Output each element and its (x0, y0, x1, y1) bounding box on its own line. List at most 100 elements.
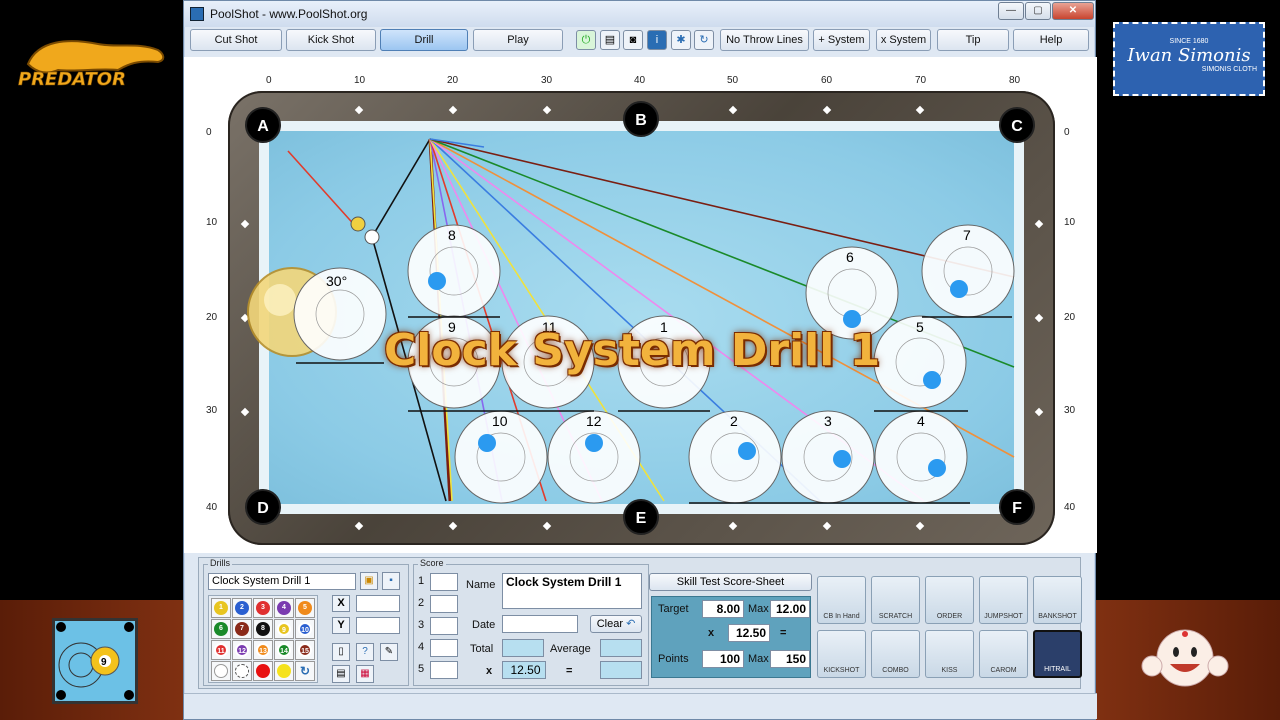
clear-button[interactable]: Clear ↶ (590, 615, 642, 633)
svg-text:9: 9 (101, 657, 107, 668)
hitrail-button[interactable]: HITRAIL (1033, 630, 1082, 678)
score-row-5-label: 5 (418, 663, 425, 675)
kickshot-button[interactable]: KICKSHOT (817, 630, 866, 678)
rotate-icon[interactable]: ↻ (295, 661, 315, 681)
kick-shot-button[interactable]: Kick Shot (286, 29, 376, 51)
svg-text:PREDATOR: PREDATOR (18, 69, 126, 90)
target-value[interactable]: 8.00 (702, 600, 744, 618)
ball-14-button[interactable]: 14 (274, 640, 294, 660)
order-button[interactable]: ORDER (925, 576, 974, 624)
notes-icon[interactable]: ▤ (332, 665, 350, 683)
ball-11-button[interactable]: 11 (211, 640, 231, 660)
cb-in-hand-button[interactable]: CB In Hand (817, 576, 866, 624)
target-max-value[interactable]: 12.00 (770, 600, 810, 618)
contact-dot (923, 371, 941, 389)
points-max-value[interactable]: 150 (770, 650, 810, 668)
ball-2-button[interactable]: 2 (232, 598, 252, 618)
score-row-3-label: 3 (418, 619, 425, 631)
refresh-icon[interactable]: ↻ (694, 30, 714, 50)
target-number-12: 12 (586, 413, 602, 429)
drill-select[interactable]: Clock System Drill 1 (208, 573, 356, 590)
no-throw-lines-button[interactable]: No Throw Lines (720, 29, 809, 51)
date-input[interactable] (502, 615, 578, 633)
ball-12-button[interactable]: 12 (232, 640, 252, 660)
scratch-button[interactable]: SCRATCH (871, 576, 920, 624)
y-input[interactable] (356, 617, 400, 634)
x-button[interactable]: X (332, 595, 350, 612)
ghost-ball (364, 229, 380, 245)
ball-13-button[interactable]: 13 (253, 640, 273, 660)
contact-dot (928, 459, 946, 477)
kiss-button[interactable]: KISS (925, 630, 974, 678)
ball-5-button[interactable]: 5 (295, 598, 315, 618)
help-button[interactable]: Help (1013, 29, 1089, 51)
title-bar: PoolShot - www.PoolShot.org (184, 1, 1095, 27)
bankshot-button[interactable]: BANKSHOT (1033, 576, 1082, 624)
score-label: Score (418, 558, 446, 568)
ball-15-button[interactable]: 15 (295, 640, 315, 660)
ghost-ball-button[interactable] (232, 661, 252, 681)
palette-icon[interactable]: ▦ (356, 665, 374, 683)
cue-ball (350, 216, 366, 232)
ball-10-button[interactable]: 10 (295, 619, 315, 639)
close-button[interactable]: ✕ (1052, 2, 1094, 20)
open-folder-icon[interactable]: ▣ (360, 572, 378, 590)
window-title: PoolShot - www.PoolShot.org (210, 7, 368, 21)
target-number-6: 6 (846, 249, 854, 265)
cue-ball-button[interactable] (211, 661, 231, 681)
y-button[interactable]: Y (332, 617, 350, 634)
edit-icon[interactable]: ✎ (380, 643, 398, 661)
info-icon[interactable]: i (647, 30, 667, 50)
power-icon[interactable]: ⏻ (576, 30, 596, 50)
aim-line (287, 150, 359, 230)
red-marker-button[interactable] (253, 661, 273, 681)
jumpshot-button[interactable]: JUMPSHOT (979, 576, 1028, 624)
camera-icon[interactable]: ◙ (623, 30, 643, 50)
combo-button[interactable]: COMBO (871, 630, 920, 678)
target-number-3: 3 (824, 413, 832, 429)
score-row-2-input[interactable] (430, 595, 458, 613)
ball-8-button[interactable]: 8 (253, 619, 273, 639)
target-number-5: 5 (916, 319, 924, 335)
score-row-5-input[interactable] (430, 661, 458, 679)
skill-test-scoresheet-button[interactable]: Skill Test Score-Sheet (649, 573, 812, 591)
score-row-4-input[interactable] (430, 639, 458, 657)
help-document-icon[interactable]: ? (356, 643, 374, 661)
carom-button[interactable]: CAROM (979, 630, 1028, 678)
pocket-c: C (999, 107, 1035, 143)
x-input[interactable] (356, 595, 400, 612)
save-icon[interactable]: ▪ (382, 572, 400, 590)
smiley-character (1141, 629, 1229, 687)
ball-3-button[interactable]: 3 (253, 598, 273, 618)
minimize-button[interactable]: — (998, 2, 1024, 20)
target-number-2: 2 (730, 413, 738, 429)
result-value (600, 661, 642, 679)
points-value[interactable]: 100 (702, 650, 744, 668)
ball-1-button[interactable]: 1 (211, 598, 231, 618)
drill-button[interactable]: Drill (380, 29, 468, 51)
table-canvas[interactable]: 0 10 20 30 40 50 60 70 80 0 10 20 30 40 … (184, 57, 1097, 553)
ball-6-button[interactable]: 6 (211, 619, 231, 639)
score-row-3-input[interactable] (430, 617, 458, 635)
multiplier-value: 12.50 (502, 661, 546, 679)
ball-7-button[interactable]: 7 (232, 619, 252, 639)
average-label: Average (550, 643, 591, 655)
print-icon[interactable]: ▤ (600, 30, 620, 50)
cut-shot-button[interactable]: Cut Shot (190, 29, 282, 51)
skill-multiplier-value[interactable]: 12.50 (728, 624, 770, 642)
skill-equals-label: = (780, 627, 787, 639)
name-input[interactable]: Clock System Drill 1 (502, 573, 642, 609)
undo-icon: ↶ (626, 618, 636, 630)
maximize-button[interactable]: ▢ (1025, 2, 1051, 20)
toolbar: Cut Shot Kick Shot Drill Play ⏻ ▤ ◙ i ✱ … (190, 29, 1089, 53)
gear-icon[interactable]: ✱ (671, 30, 691, 50)
x-system-button[interactable]: x System (876, 29, 931, 51)
ball-4-button[interactable]: 4 (274, 598, 294, 618)
play-button[interactable]: Play (473, 29, 563, 51)
tip-button[interactable]: Tip (937, 29, 1009, 51)
score-row-1-input[interactable] (430, 573, 458, 591)
yellow-marker-button[interactable] (274, 661, 294, 681)
new-document-icon[interactable]: ▯ (332, 643, 350, 661)
ball-9-button[interactable]: 9 (274, 619, 294, 639)
plus-system-button[interactable]: + System (813, 29, 870, 51)
